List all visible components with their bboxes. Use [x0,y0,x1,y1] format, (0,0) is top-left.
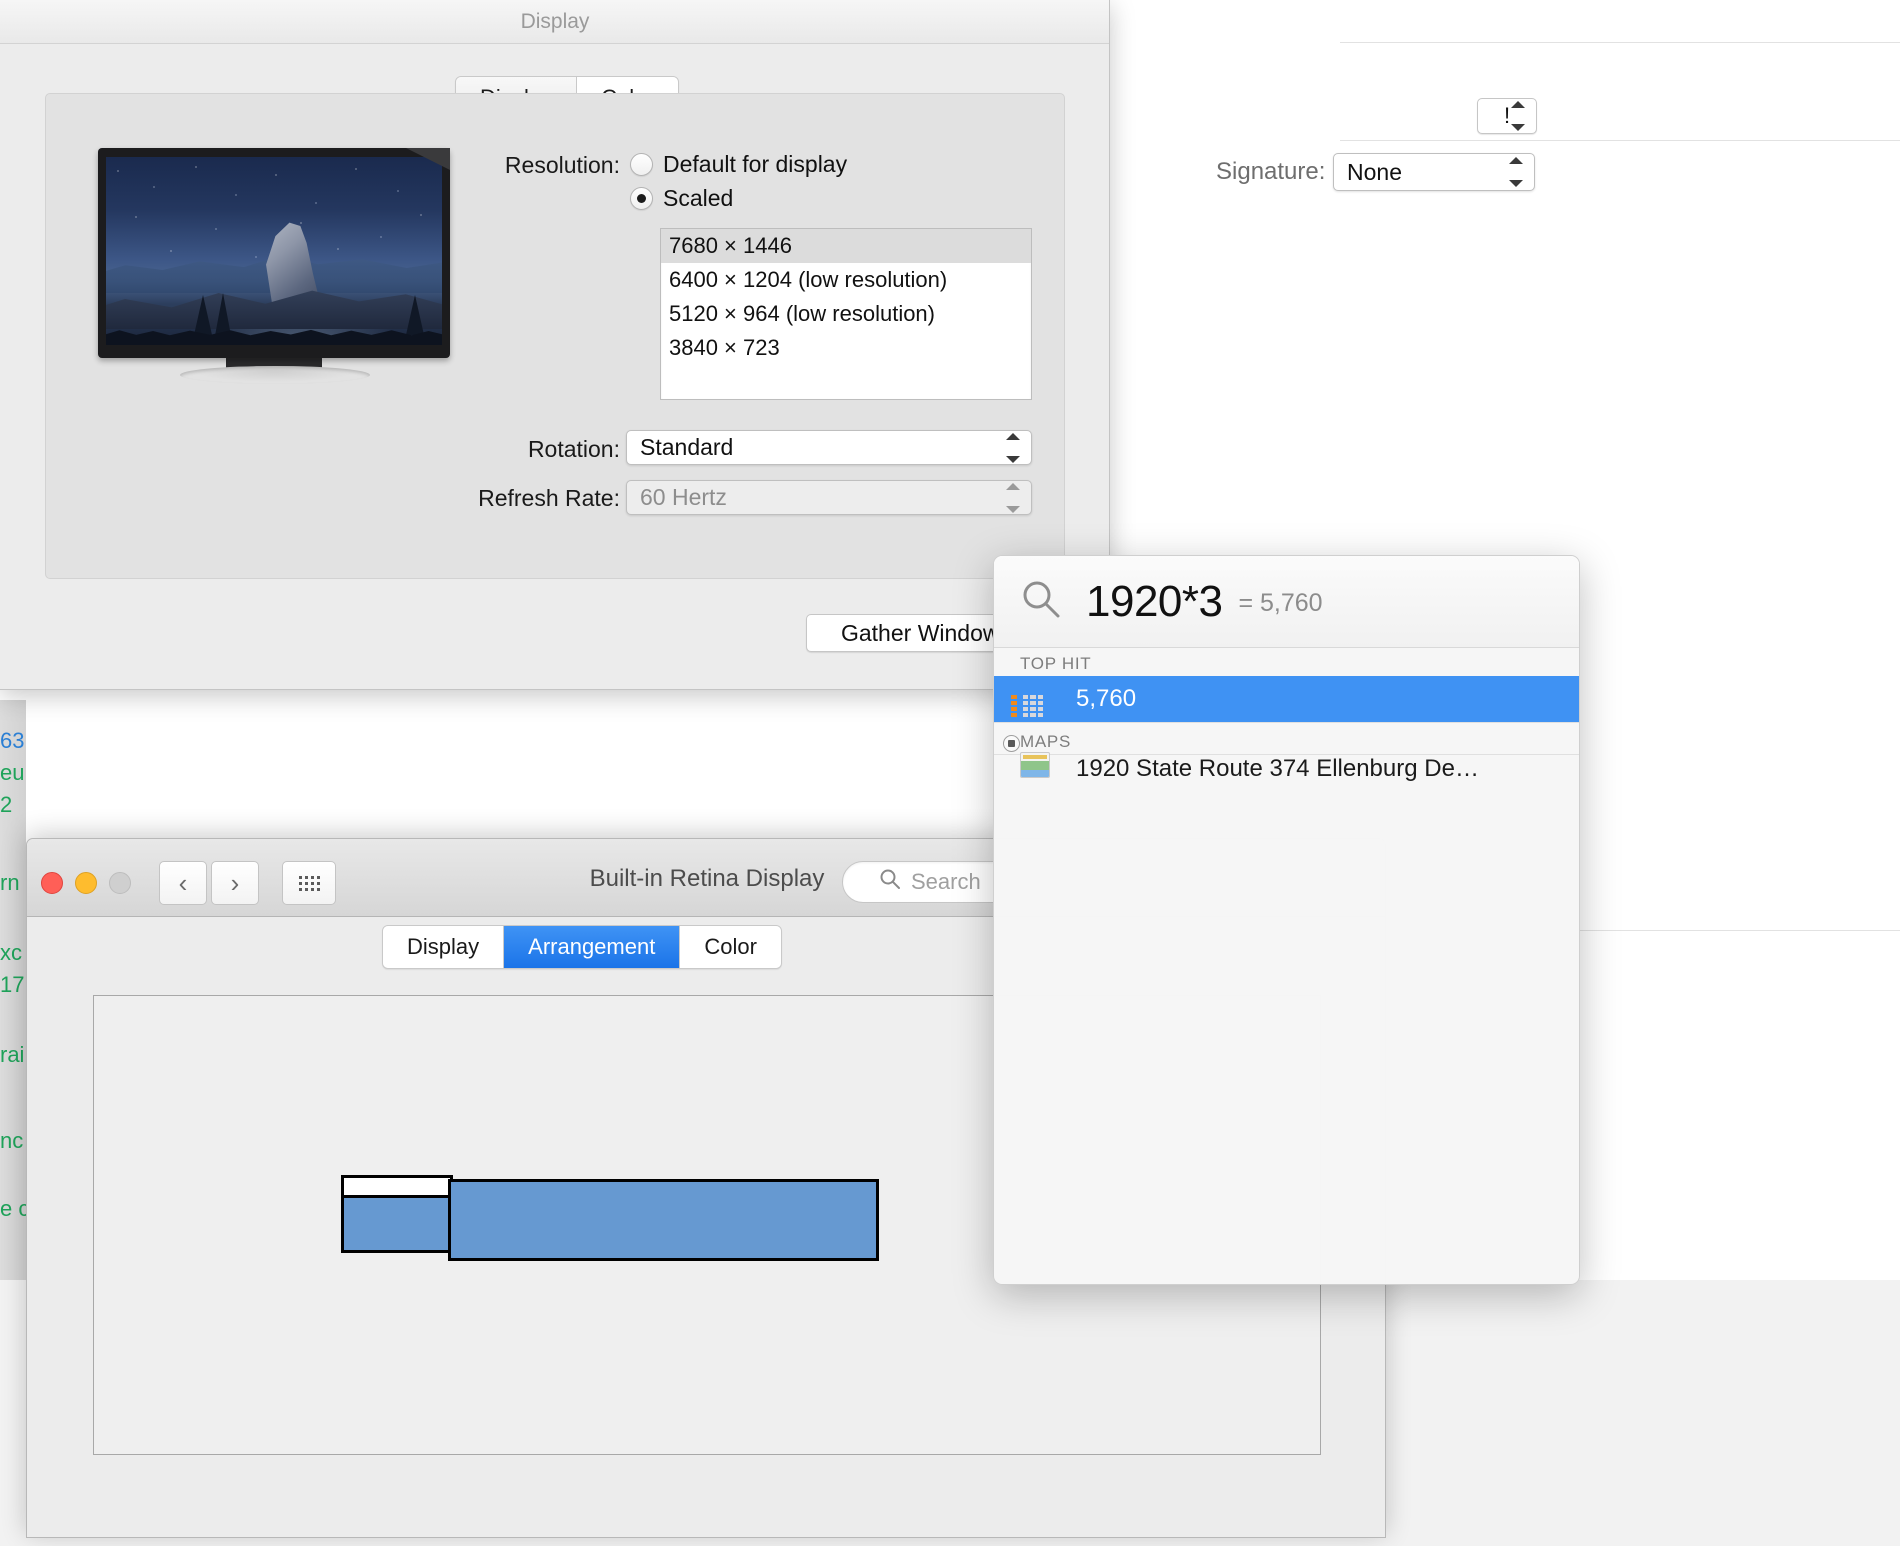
tab-display[interactable]: Display [383,926,505,968]
background-text-fragment: xc [0,940,22,965]
display-window-titlebar[interactable]: Display [0,0,1109,44]
monitor-screen-wallpaper [106,157,442,345]
refresh-rate-label: Refresh Rate: [478,485,620,511]
chevron-up-icon [1006,482,1020,490]
monitor-base [180,366,370,384]
chevron-down-icon [1006,455,1020,463]
resolution-list-item[interactable]: 3840 × 723 [661,331,1031,365]
rotation-label: Rotation: [527,436,620,462]
tab-color[interactable]: Color [680,926,781,968]
display-preferences-window: Display Display Color [0,0,1110,690]
chevron-up-icon [1511,101,1525,108]
wallpaper-tree [194,295,212,335]
calculator-icon [1011,682,1054,717]
screen-root: ! Signature: None eat63eu2rnxc17raince c… [0,0,1900,1546]
signature-value: None [1347,158,1402,185]
stepper-arrows[interactable] [1510,101,1526,131]
rotation-stepper-arrows[interactable] [1005,432,1021,463]
signature-stepper-arrows[interactable] [1508,157,1524,187]
display-window-title: Display [520,10,590,33]
radio-button[interactable] [630,153,653,176]
spotlight-divider [994,722,1579,723]
spotlight-inline-result: = 5,760 [1238,589,1323,617]
resolution-list-item[interactable]: 5120 × 964 (low resolution) [661,297,1031,331]
radio-default-for-display[interactable]: Default for display [630,151,847,178]
wallpaper-tree [406,295,424,335]
maps-icon [1003,735,1054,786]
monitor-preview-image [98,148,453,384]
resolution-label: Resolution: [504,152,620,178]
monitor-bezel [98,148,450,358]
background-text-fragment: rn [0,870,20,895]
chevron-down-icon [1006,505,1020,513]
spotlight-search-panel: 1920*3 = 5,760 TOP HIT 5,760 MAPS 1920 S… [993,555,1580,1285]
spotlight-result-top-hit[interactable]: 5,760 [994,676,1579,722]
radio-scaled[interactable]: Scaled [630,185,733,212]
background-divider-2 [1340,140,1900,141]
background-text-fragment: 63 [0,728,25,753]
background-text-fragment: nc [0,1128,24,1153]
search-icon [879,868,901,896]
background-text-fragment: 17 [0,972,25,997]
radio-label: Default for display [663,151,848,177]
display-tile-built-in[interactable] [341,1175,453,1253]
chevron-up-icon [1006,432,1020,440]
background-divider-1 [1340,42,1900,43]
radio-button[interactable] [630,187,653,210]
search-icon [1020,578,1062,625]
signature-label: Signature: [1216,158,1326,185]
rotation-dropdown[interactable]: Standard [626,430,1032,465]
tab-arrangement[interactable]: Arrangement [504,926,681,968]
background-stepper-button[interactable]: ! [1477,98,1537,134]
chevron-down-icon [1511,124,1525,131]
spotlight-result-maps[interactable]: 1920 State Route 374 Ellenburg De… [994,735,1579,792]
retina-window-tabbar[interactable]: Display Arrangement Color [382,925,782,969]
resolution-list-item[interactable]: 7680 × 1446 [661,229,1031,263]
spotlight-query-text: 1920*3 [1086,576,1223,626]
refresh-rate-value: 60 Hertz [640,484,727,510]
spotlight-result-label: 1920 State Route 374 Ellenburg De… [1076,755,1479,782]
background-text-fragment: eu [0,760,25,785]
menu-bar-strip[interactable] [344,1178,450,1198]
background-text-fragment: rai [0,1042,25,1067]
chevron-down-icon [1509,180,1523,187]
display-tile-external[interactable] [448,1179,879,1261]
background-text-fragment: 2 [0,792,13,817]
spotlight-search-field[interactable]: 1920*3 = 5,760 [994,556,1579,648]
spotlight-section-header-top-hit: TOP HIT [1020,654,1092,673]
radio-label: Scaled [663,185,734,211]
scaled-resolution-list[interactable]: 7680 × 1446 6400 × 1204 (low resolution)… [660,228,1032,400]
spotlight-result-label: 5,760 [1076,685,1137,712]
rotation-value: Standard [640,434,734,460]
chevron-up-icon [1509,157,1523,164]
gather-windows-label: Gather Windows [840,619,1011,646]
signature-dropdown[interactable]: None [1333,153,1535,191]
refresh-rate-stepper-arrows[interactable] [1005,482,1021,513]
refresh-rate-dropdown[interactable]: 60 Hertz [626,480,1032,515]
search-placeholder: Search [911,869,981,894]
background-text-fragment: e c [0,1196,30,1221]
resolution-list-item[interactable]: 6400 × 1204 (low resolution) [661,263,1031,297]
